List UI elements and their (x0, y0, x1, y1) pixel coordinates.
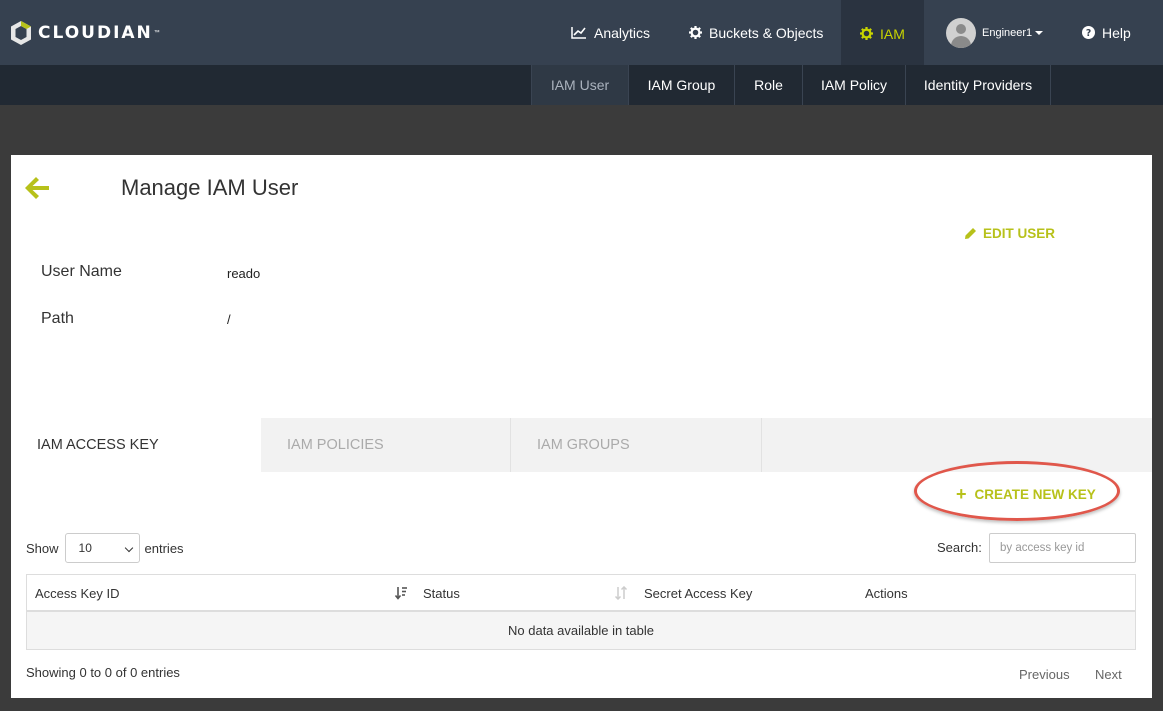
nav-analytics[interactable]: Analytics (559, 0, 661, 65)
sort-icon[interactable] (614, 586, 628, 600)
entries-select-value: 10 (78, 541, 92, 555)
nav-buckets-objects[interactable]: Buckets & Objects (676, 0, 836, 65)
chart-line-icon (571, 26, 587, 39)
search-label: Search: (937, 540, 982, 555)
user-name-value: reado (227, 266, 261, 281)
search-input[interactable] (989, 533, 1136, 563)
user-name: Engineer1 (982, 26, 1033, 39)
path-label: Path (41, 310, 74, 327)
column-status[interactable]: Status (423, 575, 460, 612)
nav-buckets-label: Buckets & Objects (709, 24, 824, 41)
brand-trademark: ™ (153, 30, 160, 36)
arrow-left-icon[interactable] (25, 177, 51, 199)
entries-select[interactable]: 10 (64, 533, 140, 563)
pencil-icon (964, 227, 977, 240)
previous-page-button[interactable]: Previous (1019, 667, 1070, 682)
subnav-iam-user[interactable]: IAM User (531, 65, 628, 105)
nav-help[interactable]: ? Help (1068, 0, 1158, 65)
sort-icon[interactable] (394, 586, 408, 600)
gear-icon (860, 27, 874, 40)
svg-text:?: ? (1086, 28, 1091, 39)
subnav-iam-policy[interactable]: IAM Policy (802, 65, 905, 105)
tab-iam-access-key[interactable]: IAM ACCESS KEY (11, 418, 261, 472)
show-label: Show (26, 540, 59, 556)
nav-iam[interactable]: IAM (841, 0, 924, 65)
tab-iam-groups[interactable]: IAM GROUPS (511, 418, 762, 472)
user-name-label: User Name (41, 263, 122, 280)
nav-iam-label: IAM (880, 25, 905, 42)
edit-user-label: EDIT USER (983, 226, 1056, 241)
caret-down-icon (1035, 30, 1044, 35)
brand-name: CLOUDIAN (38, 23, 153, 43)
column-secret-access-key: Secret Access Key (644, 586, 753, 601)
sub-navigation: IAM User IAM Group Role IAM Policy Ident… (0, 65, 1163, 105)
table-info: Showing 0 to 0 of 0 entries (26, 665, 180, 680)
nav-analytics-label: Analytics (594, 24, 651, 41)
column-access-key-id[interactable]: Access Key ID (35, 575, 120, 612)
manage-user-panel: Manage IAM User EDIT USER User Name read… (11, 155, 1152, 698)
logo[interactable]: CLOUDIAN ™ (10, 18, 160, 48)
path-value: / (227, 312, 231, 327)
highlight-annotation (914, 461, 1120, 521)
access-key-table: Access Key ID Status Secret Access Key A… (26, 574, 1136, 650)
table-empty-row: No data available in table (27, 612, 1135, 649)
next-page-button[interactable]: Next (1095, 667, 1122, 682)
table-header: Access Key ID Status Secret Access Key A… (27, 575, 1135, 612)
top-bar: CLOUDIAN ™ Analytics Buckets & Objects I… (0, 0, 1163, 65)
logo-cube-icon (11, 21, 31, 45)
user-avatar-icon (946, 17, 976, 48)
user-menu[interactable]: Engineer1 (932, 0, 1052, 65)
nav-help-label: Help (1102, 24, 1131, 41)
entries-length-control: Show 10 entries (26, 533, 184, 563)
column-actions: Actions (865, 586, 908, 601)
tab-iam-policies[interactable]: IAM POLICIES (261, 418, 511, 472)
subnav-identity-providers[interactable]: Identity Providers (905, 65, 1051, 105)
question-circle-icon: ? (1082, 26, 1095, 39)
gear-icon (689, 26, 702, 39)
subnav-role[interactable]: Role (734, 65, 802, 105)
entries-label: entries (144, 540, 184, 556)
edit-user-button[interactable]: EDIT USER (964, 226, 1055, 241)
subnav-iam-group[interactable]: IAM Group (628, 65, 734, 105)
page-title: Manage IAM User (121, 175, 299, 200)
